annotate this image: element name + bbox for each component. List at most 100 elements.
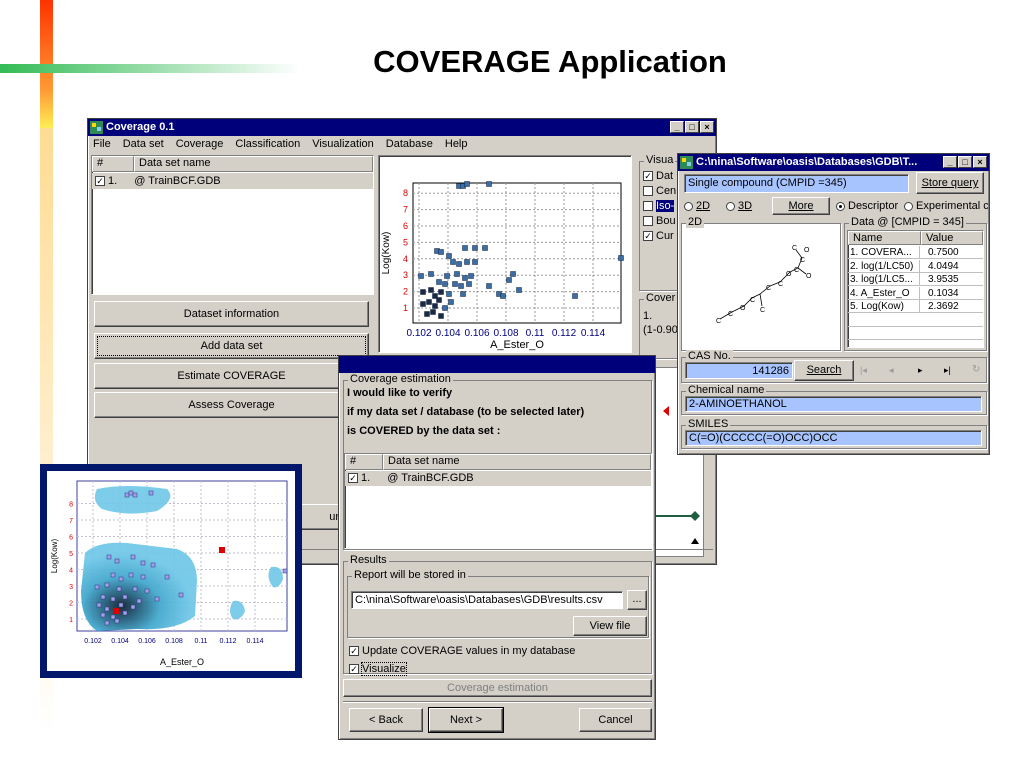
radio-2d[interactable]: 2D xyxy=(684,200,710,212)
data-point xyxy=(154,596,160,602)
wizard-list-header-name[interactable]: Data set name xyxy=(383,454,651,470)
option-data[interactable]: ✓ Dat xyxy=(643,170,673,182)
cancel-button[interactable]: Cancel xyxy=(579,708,652,732)
minimize-button[interactable]: _ xyxy=(670,121,684,133)
menu-database[interactable]: Database xyxy=(386,136,433,153)
list-item-checkbox[interactable]: ✓ xyxy=(95,176,105,187)
close-button[interactable]: × xyxy=(700,121,714,133)
last-record-icon[interactable]: ▸| xyxy=(944,365,951,376)
back-button[interactable]: < Back xyxy=(349,708,423,732)
search-button[interactable]: Search xyxy=(794,360,854,381)
compound-titlebar[interactable]: C:\nina\Software\oasis\Databases\GDB\T..… xyxy=(678,154,989,171)
wizard-separator xyxy=(343,701,652,703)
menu-help[interactable]: Help xyxy=(445,136,468,153)
option-boundaries[interactable]: Bou xyxy=(643,215,676,227)
list-item[interactable]: ✓ 1. @ TrainBCF.GDB xyxy=(345,471,651,486)
wizard-list-header-num[interactable]: # xyxy=(345,454,383,470)
next-button[interactable]: Next > xyxy=(428,707,504,733)
list-header-num[interactable]: # xyxy=(92,156,134,172)
data-point xyxy=(436,297,442,303)
first-record-icon[interactable]: |◂ xyxy=(860,365,867,376)
radio-experimental[interactable]: Experimental c xyxy=(904,200,988,212)
density-blob-top xyxy=(94,486,171,514)
radio-3d[interactable]: 3D xyxy=(726,200,752,212)
table-row[interactable]: 5. Log(Kow) 2.3692 xyxy=(848,300,983,313)
refresh-icon[interactable]: ↻ xyxy=(972,364,980,375)
data-point xyxy=(128,572,134,578)
table-cell-name: 2. log(1/LC50) xyxy=(850,259,920,273)
browse-button[interactable]: ... xyxy=(627,590,647,610)
atom-label: O xyxy=(786,271,792,278)
main-titlebar[interactable]: Coverage 0.1 _ □ × xyxy=(88,119,716,136)
data-point xyxy=(486,181,492,187)
table-header-value[interactable]: Value xyxy=(921,231,983,245)
data-point xyxy=(450,259,456,265)
previous-record-icon[interactable]: ◂ xyxy=(889,365,894,376)
radio-descriptor[interactable]: Descriptor xyxy=(836,200,898,212)
data-point xyxy=(426,299,432,305)
table-row[interactable] xyxy=(848,314,983,327)
slide-title: COVERAGE Application xyxy=(373,44,727,79)
table-row[interactable] xyxy=(848,327,983,340)
cas-number-field[interactable]: 141286 xyxy=(685,362,793,379)
option-centroid[interactable]: Cen xyxy=(643,185,676,197)
list-header-name[interactable]: Data set name xyxy=(134,156,373,172)
visualize-checkbox[interactable]: ✓ Visualize xyxy=(349,662,407,676)
data-point xyxy=(104,620,110,626)
add-data-set-button[interactable]: Add data set xyxy=(94,333,369,359)
scatter-plot-panel: 12345678 0.102 0.104 0.106 0.108 0.11 0.112 0.… xyxy=(378,155,632,353)
menu-classification[interactable]: Classification xyxy=(235,136,300,153)
coverage-estimation-button[interactable]: Coverage estimation xyxy=(343,679,652,697)
wizard-titlebar[interactable] xyxy=(339,356,655,373)
data-point xyxy=(452,281,458,287)
assess-coverage-button[interactable]: Assess Coverage xyxy=(94,392,369,418)
more-button[interactable]: More xyxy=(772,197,830,215)
report-path-field[interactable]: C:\nina\Software\oasis\Databases\GDB\res… xyxy=(351,591,623,609)
update-coverage-checkbox[interactable]: ✓ Update COVERAGE values in my database xyxy=(349,645,575,657)
slide-accent-bar-green xyxy=(0,64,300,73)
dataset-list: # Data set name ✓ 1. @ TrainBCF.GDB xyxy=(91,155,374,295)
menu-visualization[interactable]: Visualization xyxy=(312,136,374,153)
minimize-button[interactable]: _ xyxy=(943,156,957,168)
store-query-button[interactable]: Store query xyxy=(916,172,984,194)
maximize-button[interactable]: □ xyxy=(958,156,972,168)
data-point xyxy=(100,612,106,618)
table-row[interactable]: 1. COVERA... 0.7500 xyxy=(848,246,983,259)
data-group-label: Data @ [CMPID = 345] xyxy=(849,216,966,228)
compound-id-field[interactable]: Single compound (CMPID =345) xyxy=(684,174,909,193)
data-point xyxy=(444,273,450,279)
chemical-name-field[interactable]: 2-AMINOETHANOL xyxy=(685,396,982,412)
list-item-name: @ TrainBCF.GDB xyxy=(134,175,221,187)
x-tick-label: 0.106 xyxy=(138,638,156,645)
coverage-result-index: 1. xyxy=(643,310,653,322)
marker-triangle-icon xyxy=(691,538,699,544)
table-row[interactable]: 2. log(1/LC50) 4.0494 xyxy=(848,259,983,273)
menu-coverage[interactable]: Coverage xyxy=(176,136,224,153)
table-row[interactable]: 3. log(1/LC5... 3.9535 xyxy=(848,273,983,286)
option-isolines[interactable]: Iso- xyxy=(643,200,675,212)
maximize-button[interactable]: □ xyxy=(685,121,699,133)
list-item-checkbox[interactable]: ✓ xyxy=(348,473,358,484)
x-tick-label: 0.104 xyxy=(111,638,129,645)
close-button[interactable]: × xyxy=(973,156,987,168)
data-point xyxy=(428,287,434,293)
table-row[interactable]: 4. A_Ester_O 0.1034 xyxy=(848,286,983,300)
report-label: Report will be stored in xyxy=(352,569,468,581)
data-point xyxy=(418,273,424,279)
y-tick-label: 7 xyxy=(403,205,408,215)
dataset-information-button[interactable]: Dataset information xyxy=(94,301,369,327)
smiles-field[interactable]: C(=O)(CCCCC(=O)OCC)OCC xyxy=(685,430,982,446)
estimate-coverage-button[interactable]: Estimate COVERAGE xyxy=(94,363,369,389)
option-current[interactable]: ✓ Cur xyxy=(643,230,674,242)
menu-bar: File Data set Coverage Classification Vi… xyxy=(88,136,716,153)
list-item[interactable]: ✓ 1. @ TrainBCF.GDB xyxy=(92,173,373,189)
x-tick-label: 0.108 xyxy=(165,638,183,645)
table-header-name[interactable]: Name xyxy=(848,231,921,245)
menu-file[interactable]: File xyxy=(93,136,111,153)
next-record-icon[interactable]: ▸ xyxy=(918,365,923,376)
menu-data-set[interactable]: Data set xyxy=(123,136,164,153)
view-file-button[interactable]: View file xyxy=(573,616,647,636)
data-point xyxy=(438,313,444,319)
data-point xyxy=(100,594,106,600)
y-tick-label: 8 xyxy=(69,502,73,509)
